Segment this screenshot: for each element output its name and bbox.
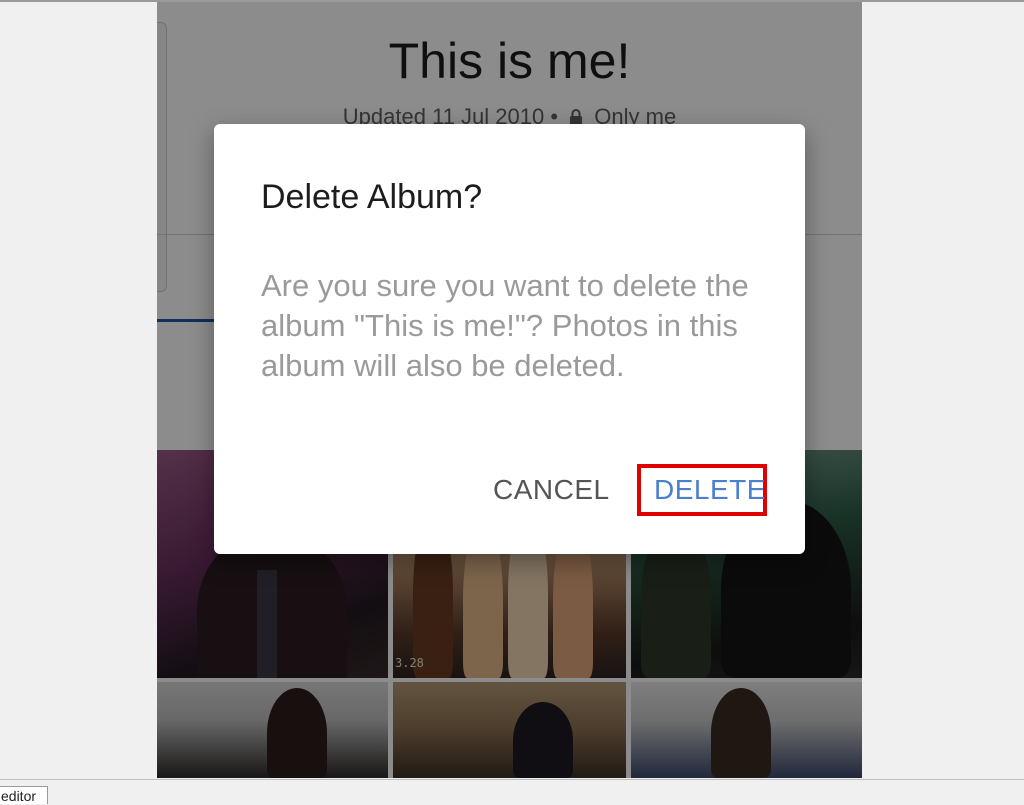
taskbar-tab-editor[interactable]: editor (0, 786, 48, 804)
delete-album-dialog: Delete Album? Are you sure you want to d… (214, 124, 805, 554)
dialog-message: Are you sure you want to delete the albu… (261, 268, 749, 383)
delete-button[interactable]: DELETE (654, 474, 766, 506)
host-background-right (862, 2, 1024, 779)
dialog-title: Delete Album? (261, 178, 483, 216)
host-background-left (0, 2, 157, 779)
cancel-button[interactable]: CANCEL (493, 474, 610, 506)
bottom-taskbar: editor (0, 779, 1024, 804)
